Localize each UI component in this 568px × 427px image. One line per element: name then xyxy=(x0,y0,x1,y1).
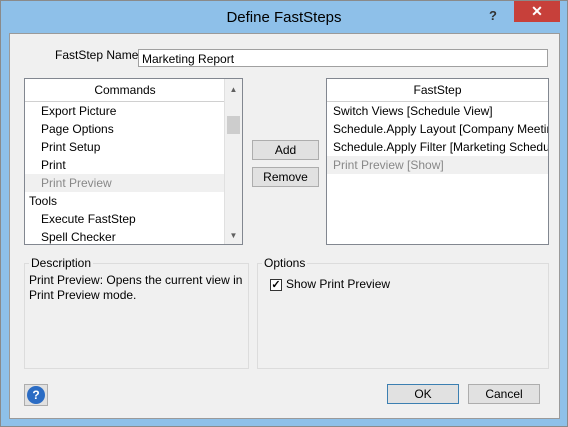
description-text-line2: Print Preview mode. xyxy=(29,288,137,302)
commands-header: Commands xyxy=(25,79,225,102)
faststep-item[interactable]: Schedule.Apply Layout [Company Meeting..… xyxy=(327,120,548,138)
titlebar-help-icon[interactable]: ? xyxy=(489,8,497,23)
show-print-preview-checkbox[interactable]: ✓ xyxy=(270,279,282,291)
cancel-button[interactable]: Cancel xyxy=(468,384,540,404)
ok-button[interactable]: OK xyxy=(387,384,459,404)
commands-scrollbar[interactable]: ▲ ▼ xyxy=(224,79,242,244)
scroll-down-arrow-icon[interactable]: ▼ xyxy=(225,227,242,244)
scroll-thumb[interactable] xyxy=(227,116,240,134)
command-item[interactable]: Page Options xyxy=(25,120,225,138)
command-item[interactable]: Spell Checker xyxy=(25,228,225,244)
add-button[interactable]: Add xyxy=(252,140,319,160)
command-item[interactable]: Print xyxy=(25,156,225,174)
dialog-window: Define FastSteps ? ✕ FastStep Name: Mark… xyxy=(0,0,568,427)
command-item[interactable]: Print Setup xyxy=(25,138,225,156)
dialog-body: FastStep Name: Marketing Report Commands… xyxy=(9,33,560,419)
help-button[interactable]: ? xyxy=(24,384,48,406)
command-item[interactable]: Export Picture xyxy=(25,102,225,120)
description-text-line1: Print Preview: Opens the current view in xyxy=(29,273,243,287)
faststep-item[interactable]: Schedule.Apply Filter [Marketing Schedul… xyxy=(327,138,548,156)
faststep-item[interactable]: Print Preview [Show] xyxy=(327,156,548,174)
commands-listbox[interactable]: Commands Export Picture Page Options Print… xyxy=(24,78,243,245)
faststep-listbox[interactable]: FastStep Switch Views [Schedule View] Sch… xyxy=(326,78,549,245)
remove-button[interactable]: Remove xyxy=(252,167,319,187)
dialog-title: Define FastSteps xyxy=(226,9,342,26)
show-print-preview-label[interactable]: Show Print Preview xyxy=(286,277,390,291)
faststep-header: FastStep xyxy=(327,79,548,102)
faststep-rows: Switch Views [Schedule View] Schedule.App… xyxy=(327,102,548,174)
options-group: Options ✓ Show Print Preview xyxy=(257,256,549,369)
scroll-up-arrow-icon[interactable]: ▲ xyxy=(225,81,242,98)
help-icon: ? xyxy=(27,386,45,404)
options-title: Options xyxy=(262,256,308,270)
faststep-name-label: FastStep Name: xyxy=(55,48,142,62)
close-button[interactable]: ✕ xyxy=(514,1,560,22)
command-item[interactable]: Tools xyxy=(25,192,225,210)
command-item[interactable]: Execute FastStep xyxy=(25,210,225,228)
description-group: Description Print Preview: Opens the cur… xyxy=(24,256,249,369)
faststep-name-input[interactable]: Marketing Report xyxy=(138,49,548,67)
commands-rows: Export Picture Page Options Print Setup Pri… xyxy=(25,102,225,244)
faststep-item[interactable]: Switch Views [Schedule View] xyxy=(327,102,548,120)
description-title: Description xyxy=(29,256,94,270)
command-item[interactable]: Print Preview xyxy=(25,174,225,192)
title-bar: Define FastSteps ? ✕ xyxy=(1,1,567,33)
